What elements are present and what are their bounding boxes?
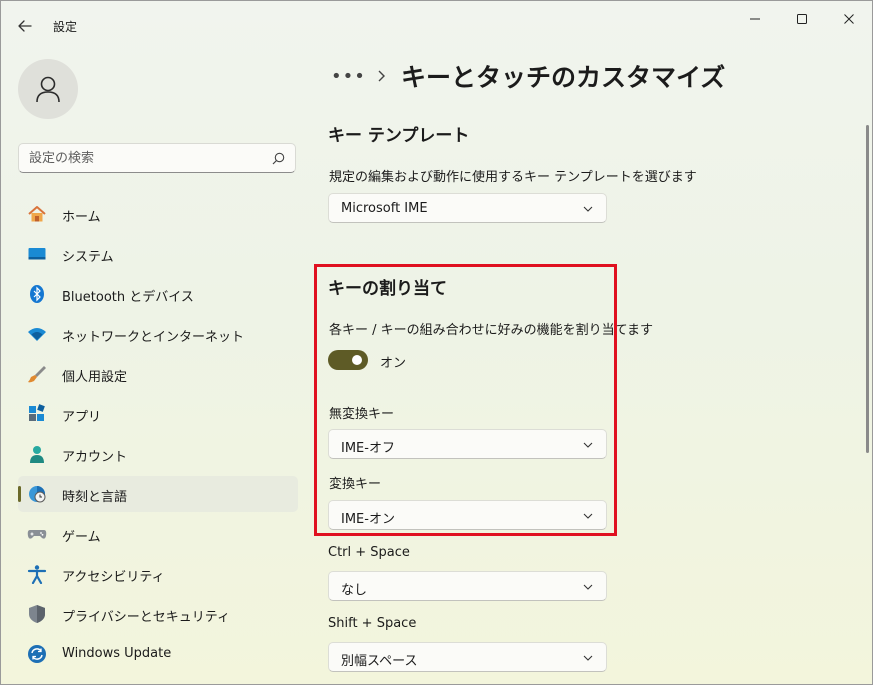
ctrl-space-label: Ctrl + Space	[328, 545, 410, 560]
sidebar-item-label: ネットワークとインターネット	[62, 330, 245, 345]
back-arrow-icon	[18, 20, 32, 32]
windows-update-icon	[28, 645, 46, 663]
sidebar-item-label: 個人用設定	[62, 370, 128, 385]
settings-search-box[interactable]	[18, 143, 296, 173]
close-button[interactable]	[826, 5, 872, 33]
accessibility-icon	[27, 565, 47, 584]
breadcrumb: ••• キーとタッチのカスタマイズ	[331, 59, 725, 93]
chevron-down-icon	[583, 655, 593, 661]
sidebar-nav: ホーム システム Bluetooth とデバイス ネットワークとインターネット	[18, 196, 298, 676]
person-icon	[36, 76, 60, 103]
dropdown-selected-value: 別幅スペース	[341, 654, 418, 669]
maximize-button[interactable]	[779, 5, 825, 33]
page-title: キーとタッチのカスタマイズ	[401, 63, 726, 92]
time-language-icon	[29, 486, 46, 503]
key-template-dropdown[interactable]: Microsoft IME	[328, 193, 607, 223]
paintbrush-icon	[28, 366, 46, 383]
sidebar-item-label: Bluetooth とデバイス	[62, 290, 194, 305]
sidebar-item-label: ホーム	[62, 210, 101, 225]
sidebar-item-label: Windows Update	[62, 646, 172, 661]
chevron-down-icon	[583, 206, 593, 212]
dropdown-selected-value: Microsoft IME	[341, 201, 428, 216]
home-icon	[28, 206, 46, 222]
sidebar-item-privacy-security[interactable]: プライバシーとセキュリティ	[18, 596, 298, 632]
sidebar-item-accounts[interactable]: アカウント	[18, 436, 298, 472]
back-button[interactable]	[11, 13, 39, 39]
account-icon	[30, 446, 44, 463]
key-template-description: 規定の編集および動作に使用するキー テンプレートを選びます	[329, 170, 697, 185]
key-template-heading: キー テンプレート	[328, 126, 470, 146]
sidebar-item-gaming[interactable]: ゲーム	[18, 516, 298, 552]
shift-space-label: Shift + Space	[328, 616, 417, 631]
title-bar: 設定	[1, 1, 872, 49]
sidebar-item-label: 時刻と言語	[62, 490, 128, 505]
search-icon[interactable]	[272, 152, 285, 165]
settings-window: 設定 設定の検索 ホーム システム Bluetooth とデバイス ネットワーク…	[0, 0, 873, 685]
minimize-button[interactable]	[732, 5, 778, 33]
sidebar-item-label: アカウント	[62, 450, 128, 465]
sidebar-item-label: ゲーム	[62, 530, 101, 545]
close-icon	[844, 14, 854, 24]
apps-icon	[29, 404, 45, 421]
chevron-right-icon	[378, 70, 385, 82]
sidebar-item-label: プライバシーとセキュリティ	[62, 610, 230, 625]
sidebar-item-time-language[interactable]: 時刻と言語	[18, 476, 298, 512]
sidebar-item-apps[interactable]: アプリ	[18, 396, 298, 432]
sidebar-item-bluetooth[interactable]: Bluetooth とデバイス	[18, 276, 298, 312]
sidebar-item-label: システム	[62, 250, 114, 265]
sidebar-item-label: アクセシビリティ	[62, 570, 165, 585]
search-input[interactable]	[29, 149, 259, 167]
dropdown-selected-value: なし	[341, 583, 368, 598]
breadcrumb-more-button[interactable]: •••	[331, 66, 365, 87]
system-display-icon	[28, 248, 46, 260]
sidebar-item-personalization[interactable]: 個人用設定	[18, 356, 298, 392]
chevron-down-icon	[583, 584, 593, 590]
sidebar-item-accessibility[interactable]: アクセシビリティ	[18, 556, 298, 592]
wifi-icon	[28, 328, 46, 341]
user-avatar[interactable]	[18, 59, 78, 119]
app-title: 設定	[53, 20, 78, 34]
vertical-scrollbar[interactable]	[866, 125, 869, 453]
gamepad-icon	[27, 530, 47, 539]
bluetooth-icon	[30, 285, 44, 303]
shield-icon	[29, 605, 45, 623]
sidebar-item-home[interactable]: ホーム	[18, 196, 298, 232]
shift-space-dropdown[interactable]: 別幅スペース	[328, 642, 607, 672]
highlight-annotation-box	[314, 264, 617, 536]
maximize-icon	[797, 14, 807, 24]
sidebar-item-network[interactable]: ネットワークとインターネット	[18, 316, 298, 352]
minimize-icon	[750, 18, 760, 20]
ctrl-space-dropdown[interactable]: なし	[328, 571, 607, 601]
sidebar-item-system[interactable]: システム	[18, 236, 298, 272]
sidebar-item-label: アプリ	[62, 410, 102, 425]
sidebar-item-windows-update[interactable]: Windows Update	[18, 636, 298, 672]
